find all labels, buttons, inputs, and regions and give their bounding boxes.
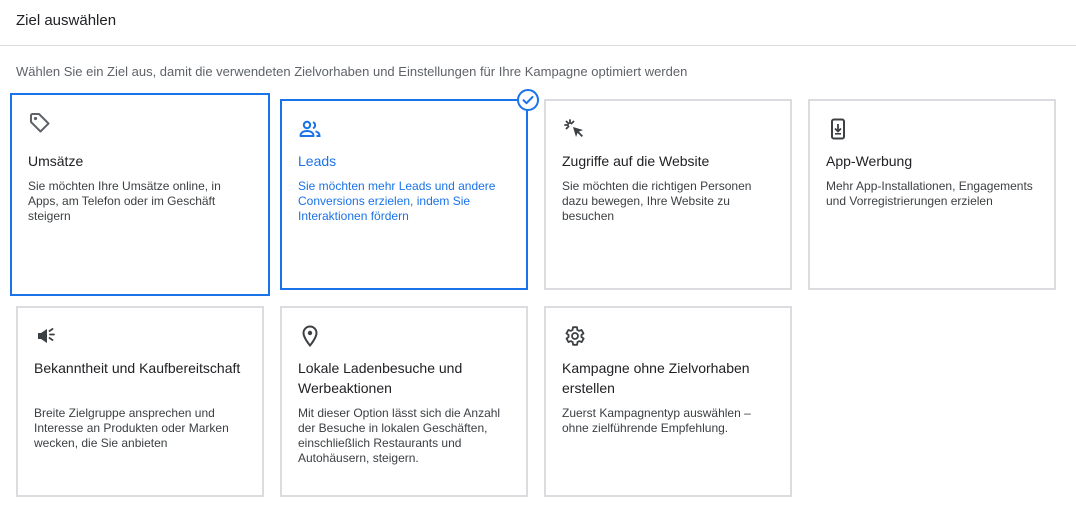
goal-description: Breite Zielgruppe ansprechen und Interes… (34, 406, 229, 450)
goal-card-no-goal[interactable]: Kampagne ohne Zielvorhaben erstellen Zue… (544, 306, 792, 497)
goal-description: Sie möchten die richtigen Personen dazu … (562, 179, 752, 223)
goal-description: Zuerst Kampagnentyp auswählen – ohne zie… (562, 406, 751, 435)
goal-title: Lokale Ladenbesuche und Werbeaktionen (298, 360, 463, 396)
goal-description: Mehr App-Installationen, Engagements und… (826, 179, 1033, 208)
goal-title: Zugriffe auf die Website (562, 153, 710, 169)
megaphone-icon (34, 324, 58, 348)
goal-instructions: Wählen Sie ein Ziel aus, damit die verwe… (16, 64, 688, 79)
tag-icon (28, 111, 52, 135)
phone-download-icon (826, 117, 850, 141)
gear-icon (562, 324, 586, 348)
goal-card-local-visits[interactable]: Lokale Ladenbesuche und Werbeaktionen Mi… (280, 306, 528, 497)
goal-title: Leads (298, 153, 337, 169)
goal-card-awareness[interactable]: Bekanntheit und Kaufbereitschaft Breite … (16, 306, 264, 497)
goal-description: Sie möchten mehr Leads und andere Conver… (298, 179, 496, 223)
dialog-header: Ziel auswählen (0, 0, 1076, 46)
goal-card-leads[interactable]: Leads Sie möchten mehr Leads und andere … (280, 89, 539, 290)
goal-card-website-traffic[interactable]: Zugriffe auf die Website Sie möchten die… (544, 99, 792, 290)
check-circle-icon (517, 89, 539, 111)
people-icon (298, 117, 322, 141)
goal-description: Sie möchten Ihre Umsätze online, in Apps… (28, 179, 221, 223)
goal-title: App-Werbung (826, 153, 913, 169)
location-pin-icon (298, 324, 322, 348)
goal-card-app-promotion[interactable]: App-Werbung Mehr App-Installationen, Eng… (808, 99, 1056, 290)
goal-title: Bekanntheit und Kaufbereitschaft (34, 360, 241, 376)
goal-title: Kampagne ohne Zielvorhaben erstellen (562, 360, 750, 396)
goal-title: Umsätze (28, 153, 84, 169)
goal-description: Mit dieser Option lässt sich die Anzahl … (298, 406, 501, 465)
goal-card-sales[interactable]: Umsätze Sie möchten Ihre Umsätze online,… (10, 93, 270, 296)
dialog-title: Ziel auswählen (16, 12, 117, 29)
cursor-click-icon (562, 117, 586, 141)
